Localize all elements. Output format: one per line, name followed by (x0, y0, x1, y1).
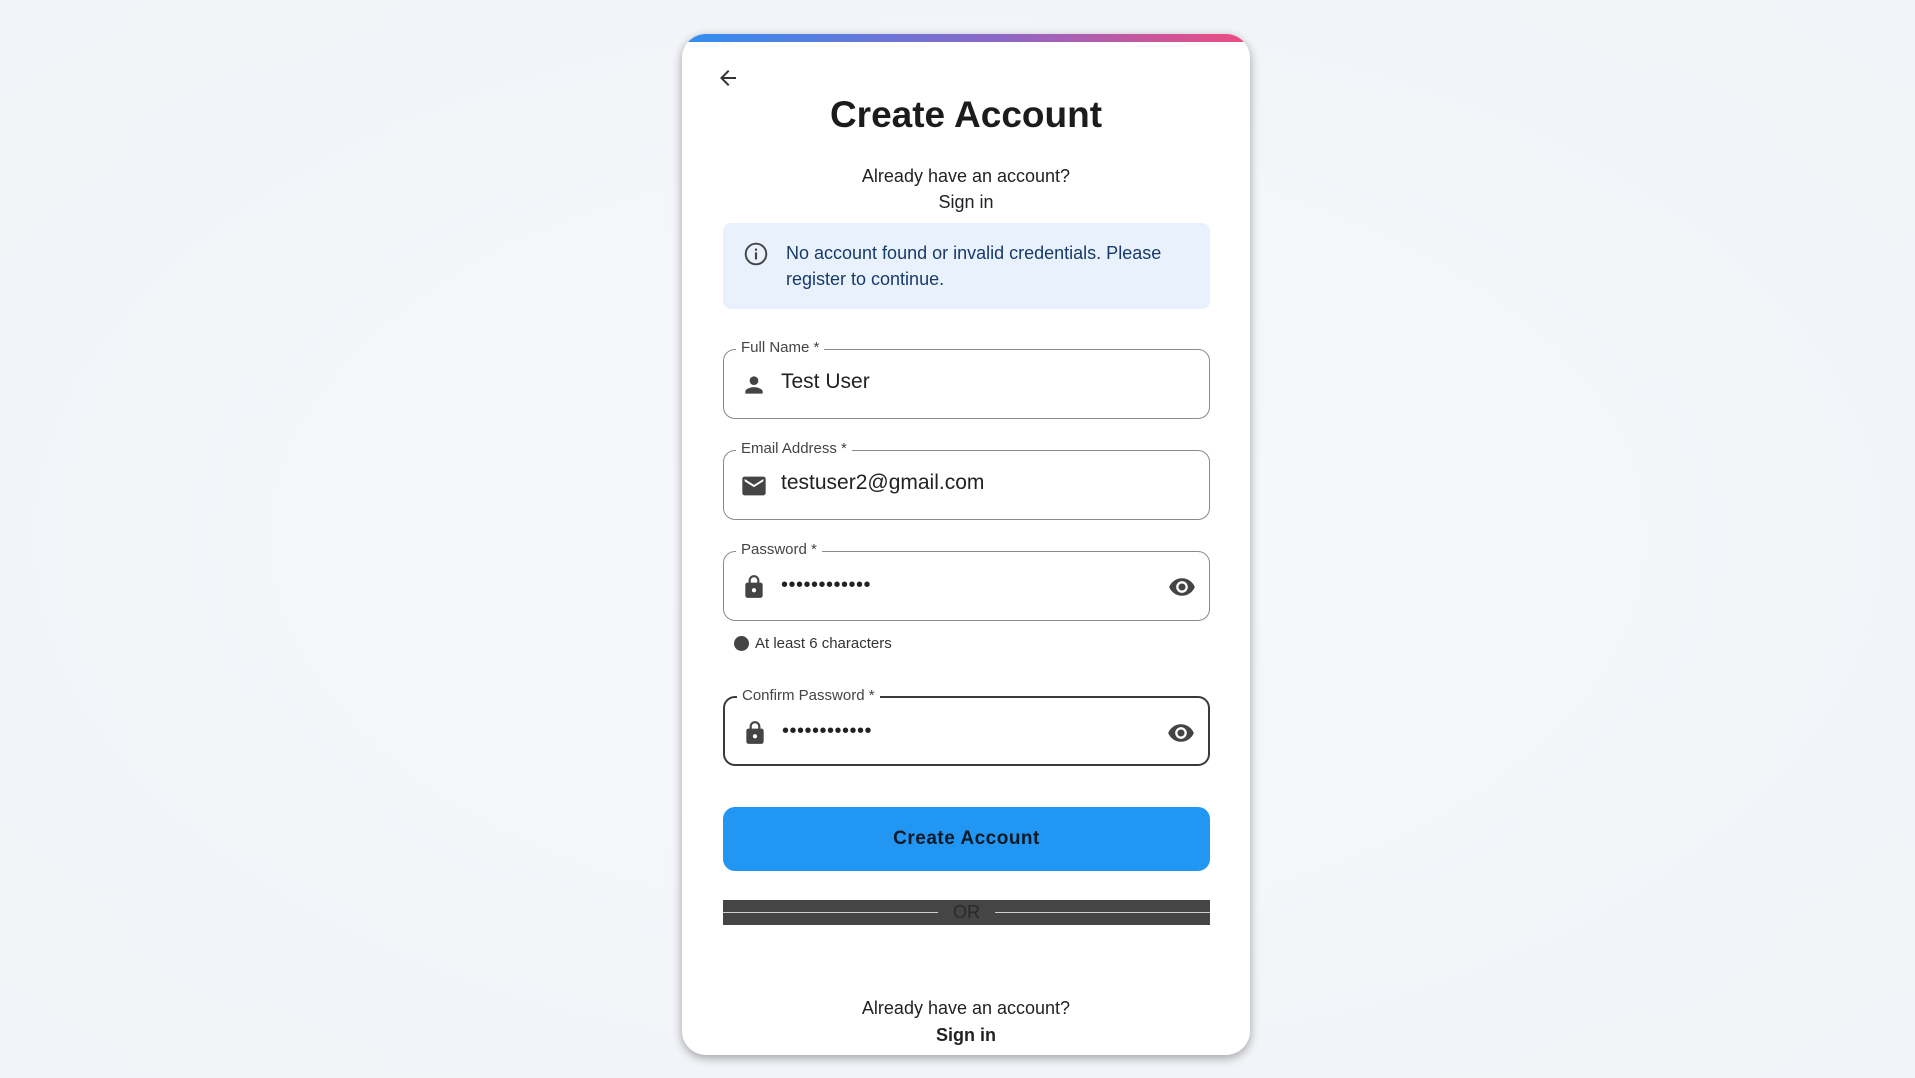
arrow-back-icon (720, 70, 736, 86)
info-icon (744, 242, 768, 266)
alert-message: No account found or invalid credentials.… (786, 243, 1162, 289)
create-account-button[interactable]: Create Account (723, 807, 1210, 871)
signup-card: Create Account Already have an account? … (682, 34, 1250, 1055)
confirm-password-field[interactable]: Confirm Password * •••••••••••• (723, 687, 1210, 766)
password-hint-text: At least 6 characters (755, 635, 892, 652)
email-label: Email Address * (736, 440, 852, 457)
hint-bullet-icon (734, 636, 749, 651)
footer-signin-container: Sign in (682, 1025, 1250, 1046)
back-button[interactable] (710, 60, 746, 96)
or-divider: OR (723, 900, 1210, 925)
lock-icon (741, 719, 769, 747)
show-password-toggle[interactable] (1167, 572, 1197, 602)
info-alert: No account found or invalid credentials.… (723, 223, 1210, 309)
person-icon (740, 371, 768, 399)
mail-icon (740, 472, 768, 500)
full-name-label: Full Name * (736, 339, 825, 356)
divider-label: OR (953, 902, 980, 922)
page-title: Create Account (829, 94, 1103, 135)
lock-icon (740, 573, 768, 601)
confirm-password-input[interactable]: •••••••••••• (782, 720, 872, 743)
show-confirm-password-toggle[interactable] (1166, 718, 1196, 748)
eye-icon (1168, 724, 1194, 742)
signin-link[interactable]: Sign in (938, 192, 993, 212)
password-field[interactable]: Password * •••••••••••• (723, 541, 1210, 621)
password-hint: At least 6 characters (734, 635, 892, 652)
email-field[interactable]: Email Address * testuser2@gmail.com (723, 440, 1210, 520)
footer-signin-link[interactable]: Sign in (936, 1025, 996, 1045)
gradient-accent-bar (682, 34, 1250, 42)
full-name-input[interactable]: Test User (781, 370, 870, 394)
confirm-password-label: Confirm Password * (737, 687, 880, 704)
eye-icon (1169, 578, 1195, 596)
signin-prompt: Already have an account? (861, 166, 1071, 186)
password-label: Password * (736, 541, 822, 558)
password-input[interactable]: •••••••••••• (781, 574, 871, 597)
full-name-field[interactable]: Full Name * Test User (723, 339, 1210, 419)
email-input[interactable]: testuser2@gmail.com (781, 471, 984, 495)
signin-link-container: Sign in (682, 192, 1250, 213)
footer-prompt: Already have an account? (861, 998, 1071, 1018)
